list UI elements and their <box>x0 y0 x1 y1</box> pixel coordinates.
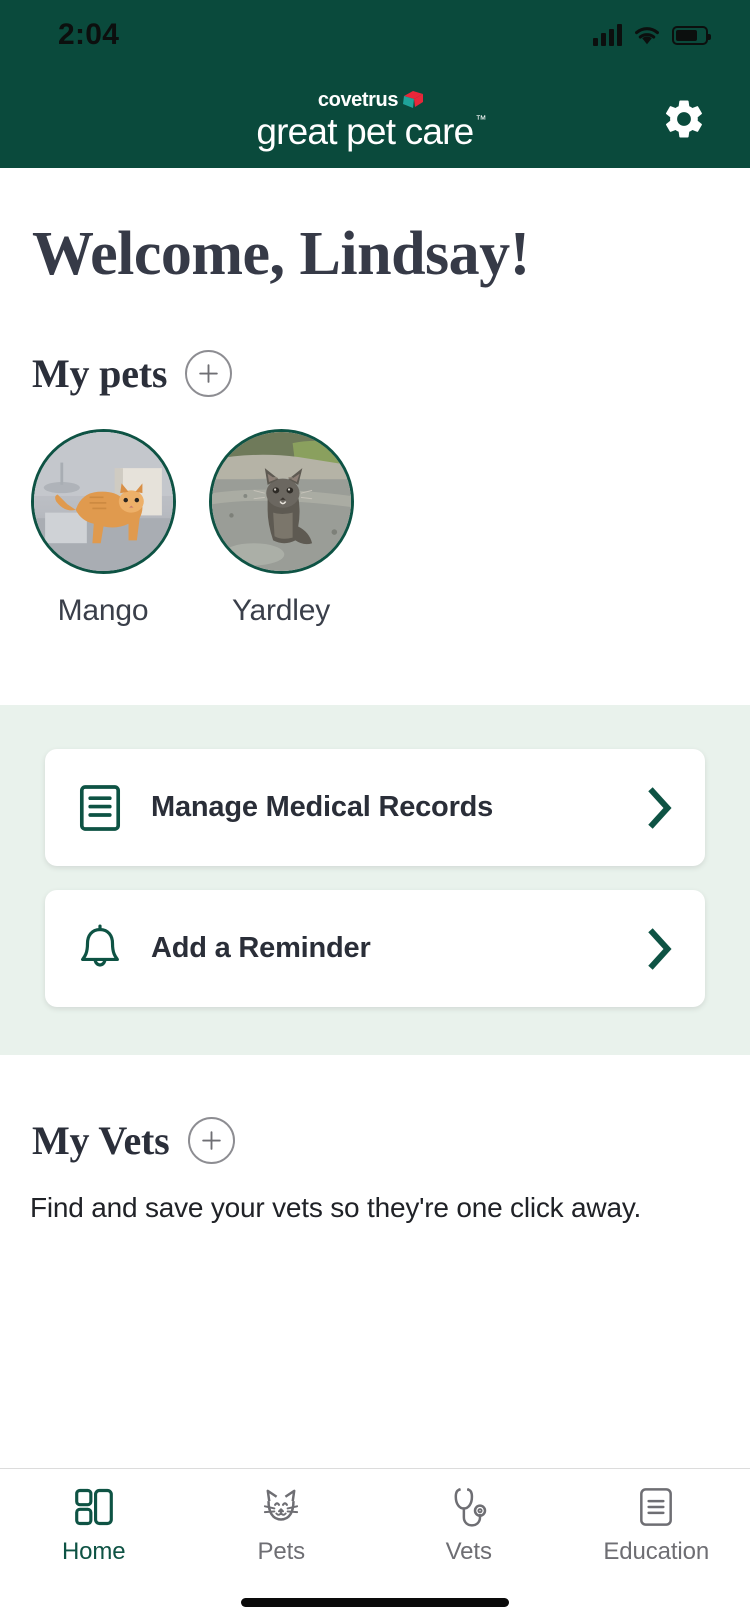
gear-icon <box>666 100 702 138</box>
plus-circle-icon <box>199 364 219 383</box>
app-screen: 2:04 covetrus great pet care ™ Welcome, … <box>0 0 750 1624</box>
add-pet-button[interactable] <box>185 350 233 398</box>
my-vets-header: My Vets <box>0 1117 750 1165</box>
orange-tabby-cat-photo <box>33 432 173 572</box>
tab-label: Education <box>603 1538 710 1565</box>
plus-circle-icon <box>201 1131 221 1150</box>
pet-item-yardley[interactable]: Yardley <box>206 429 356 628</box>
covetrus-diamond-mark-icon <box>403 90 424 108</box>
pet-item-mango[interactable]: Mango <box>28 429 178 628</box>
status-bar-icons <box>593 24 711 46</box>
grey-tabby-cat-photo <box>211 432 351 572</box>
cellular-signal-icon <box>593 24 622 46</box>
my-vets-section: My Vets Find and save your vets so they'… <box>0 1055 750 1224</box>
quick-actions-band: Manage Medical Records Add a Reminder <box>0 705 750 1056</box>
my-vets-title: My Vets <box>32 1118 170 1164</box>
action-label: Add a Reminder <box>151 932 371 965</box>
settings-button[interactable] <box>656 91 712 147</box>
status-bar-time: 2:04 <box>58 18 120 51</box>
document-lines-icon <box>640 1488 673 1526</box>
add-vet-button[interactable] <box>187 1117 235 1165</box>
avatar <box>208 429 354 575</box>
pet-name: Mango <box>57 594 149 628</box>
tab-label: Vets <box>445 1538 492 1565</box>
bottom-tab-bar: Home Pets Vets Education <box>0 1468 750 1586</box>
avatar <box>30 429 176 575</box>
battery-icon <box>672 25 711 45</box>
chevron-right-icon <box>647 927 673 970</box>
home-indicator <box>0 1586 750 1624</box>
status-bar: 2:04 <box>0 0 750 70</box>
home-indicator-bar <box>241 1598 509 1607</box>
tab-label: Home <box>61 1538 126 1565</box>
brand-row: covetrus great pet care ™ <box>0 70 750 168</box>
wifi-icon <box>635 26 659 44</box>
action-label: Manage Medical Records <box>151 791 494 824</box>
pets-list: Mango Yardley <box>0 397 750 628</box>
tab-label: Pets <box>257 1538 306 1565</box>
main-content: Welcome, Lindsay! My pets Mango Yardley … <box>0 168 750 1468</box>
tab-education[interactable]: Education <box>563 1485 750 1566</box>
dashboard-grid-icon <box>74 1488 113 1526</box>
pet-name: Yardley <box>231 594 331 628</box>
stethoscope-icon <box>454 1488 486 1527</box>
manage-medical-records-card[interactable]: Manage Medical Records <box>45 749 705 867</box>
tab-pets[interactable]: Pets <box>188 1485 376 1566</box>
tab-home[interactable]: Home <box>0 1485 188 1566</box>
medical-records-document-icon <box>71 784 129 832</box>
logo-trademark: ™ <box>475 113 486 126</box>
tab-vets[interactable]: Vets <box>375 1485 563 1566</box>
my-vets-description: Find and save your vets so they're one c… <box>30 1192 642 1224</box>
logo-covetrus-text: covetrus <box>317 88 399 111</box>
add-reminder-card[interactable]: Add a Reminder <box>45 890 705 1008</box>
chevron-right-icon <box>647 786 673 829</box>
cat-face-icon <box>264 1489 299 1521</box>
app-logo: covetrus great pet care ™ <box>256 88 486 152</box>
app-header: 2:04 covetrus great pet care ™ <box>0 0 750 168</box>
my-pets-title: My pets <box>32 351 168 397</box>
page-title: Welcome, Lindsay! <box>32 220 530 288</box>
logo-greatpetcare-text: great pet care ™ <box>256 110 486 152</box>
my-pets-header: My pets <box>0 350 750 398</box>
bell-icon <box>71 924 129 974</box>
